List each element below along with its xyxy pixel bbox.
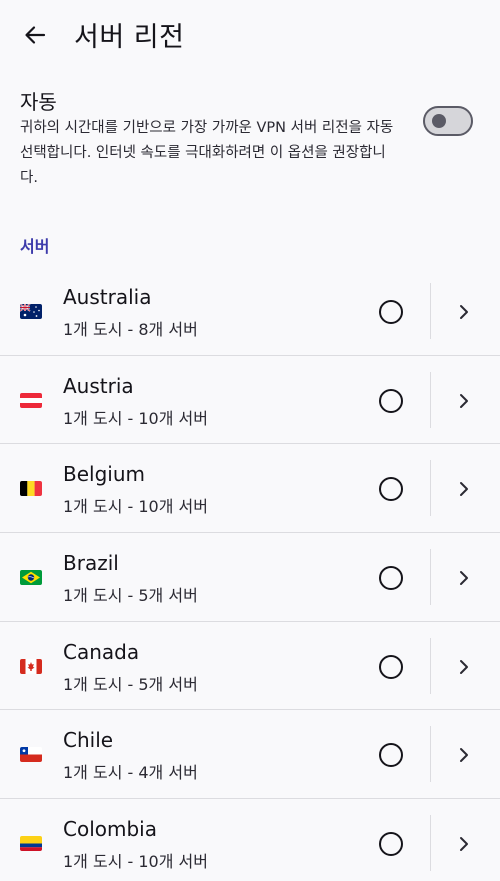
country-name: Australia bbox=[63, 285, 152, 309]
row-divider bbox=[430, 726, 431, 783]
canada-flag-icon bbox=[20, 658, 42, 674]
country-name: Belgium bbox=[63, 462, 145, 487]
row-divider bbox=[430, 371, 431, 428]
select-radio[interactable] bbox=[379, 566, 403, 591]
server-row-brazil[interactable]: Brazil 1개 도시 - 5개 서버 bbox=[0, 533, 500, 622]
select-radio[interactable] bbox=[379, 743, 403, 768]
app-bar: 서버 리전 bbox=[0, 0, 500, 70]
auto-toggle[interactable] bbox=[423, 106, 473, 136]
austria-flag-icon bbox=[20, 392, 42, 408]
row-divider bbox=[430, 815, 431, 872]
server-count: 1개 도시 - 10개 서버 bbox=[63, 408, 208, 428]
row-divider bbox=[430, 283, 431, 339]
chile-flag-icon bbox=[20, 747, 42, 763]
server-list: Australia 1개 도시 - 8개 서버 Austria 1개 도시 - … bbox=[0, 267, 500, 881]
chevron-right-icon bbox=[460, 748, 468, 763]
select-radio[interactable] bbox=[379, 300, 403, 324]
row-divider bbox=[430, 460, 431, 517]
auto-title: 자동 bbox=[20, 90, 57, 114]
country-name: Austria bbox=[63, 373, 134, 398]
select-radio[interactable] bbox=[379, 388, 403, 413]
chevron-right-icon bbox=[460, 659, 468, 674]
row-divider bbox=[430, 549, 431, 606]
chevron-right-icon bbox=[460, 482, 468, 497]
expand-button[interactable] bbox=[446, 738, 482, 772]
server-row-austria[interactable]: Austria 1개 도시 - 10개 서버 bbox=[0, 356, 500, 445]
server-count: 1개 도시 - 8개 서버 bbox=[63, 320, 198, 339]
row-divider bbox=[430, 637, 431, 694]
select-radio[interactable] bbox=[379, 477, 403, 502]
country-name: Brazil bbox=[63, 551, 119, 576]
toggle-knob bbox=[432, 114, 446, 128]
page-title: 서버 리전 bbox=[74, 22, 185, 53]
country-name: Canada bbox=[63, 639, 140, 664]
back-button[interactable] bbox=[18, 19, 52, 51]
auto-select-setting: 자동 귀하의 시간대를 기반으로 가장 가까운 VPN 서버 리전을 자동 선택… bbox=[0, 80, 500, 200]
server-count: 1개 도시 - 4개 서버 bbox=[63, 763, 198, 783]
server-count: 1개 도시 - 10개 서버 bbox=[63, 497, 208, 517]
chevron-right-icon bbox=[460, 837, 468, 852]
expand-button[interactable] bbox=[446, 650, 482, 684]
server-row-canada[interactable]: Canada 1개 도시 - 5개 서버 bbox=[0, 622, 500, 711]
chevron-right-icon bbox=[460, 393, 468, 408]
chevron-right-icon bbox=[460, 571, 468, 586]
server-count: 1개 도시 - 5개 서버 bbox=[63, 674, 198, 694]
country-name: Colombia bbox=[63, 817, 157, 842]
server-count: 1개 도시 - 10개 서버 bbox=[63, 852, 208, 872]
australia-flag-icon bbox=[20, 304, 42, 319]
brazil-flag-icon bbox=[20, 570, 42, 586]
colombia-flag-icon bbox=[20, 836, 42, 852]
select-radio[interactable] bbox=[379, 832, 403, 857]
server-row-australia[interactable]: Australia 1개 도시 - 8개 서버 bbox=[0, 267, 500, 356]
expand-button[interactable] bbox=[446, 472, 482, 506]
expand-button[interactable] bbox=[446, 295, 482, 329]
server-row-belgium[interactable]: Belgium 1개 도시 - 10개 서버 bbox=[0, 444, 500, 534]
arrow-left-icon bbox=[25, 26, 46, 44]
auto-description: 귀하의 시간대를 기반으로 가장 가까운 VPN 서버 리전을 자동 선택합니다… bbox=[20, 120, 394, 186]
belgium-flag-icon bbox=[20, 481, 42, 497]
server-row-colombia[interactable]: Colombia 1개 도시 - 10개 서버 bbox=[0, 799, 500, 881]
server-row-chile[interactable]: Chile 1개 도시 - 4개 서버 bbox=[0, 710, 500, 800]
server-count: 1개 도시 - 5개 서버 bbox=[63, 586, 198, 606]
expand-button[interactable] bbox=[446, 561, 482, 595]
select-radio[interactable] bbox=[379, 654, 403, 679]
chevron-right-icon bbox=[460, 305, 468, 319]
servers-section-header: 서버 bbox=[20, 237, 50, 256]
expand-button[interactable] bbox=[446, 827, 482, 861]
expand-button[interactable] bbox=[446, 384, 482, 418]
country-name: Chile bbox=[63, 728, 114, 753]
